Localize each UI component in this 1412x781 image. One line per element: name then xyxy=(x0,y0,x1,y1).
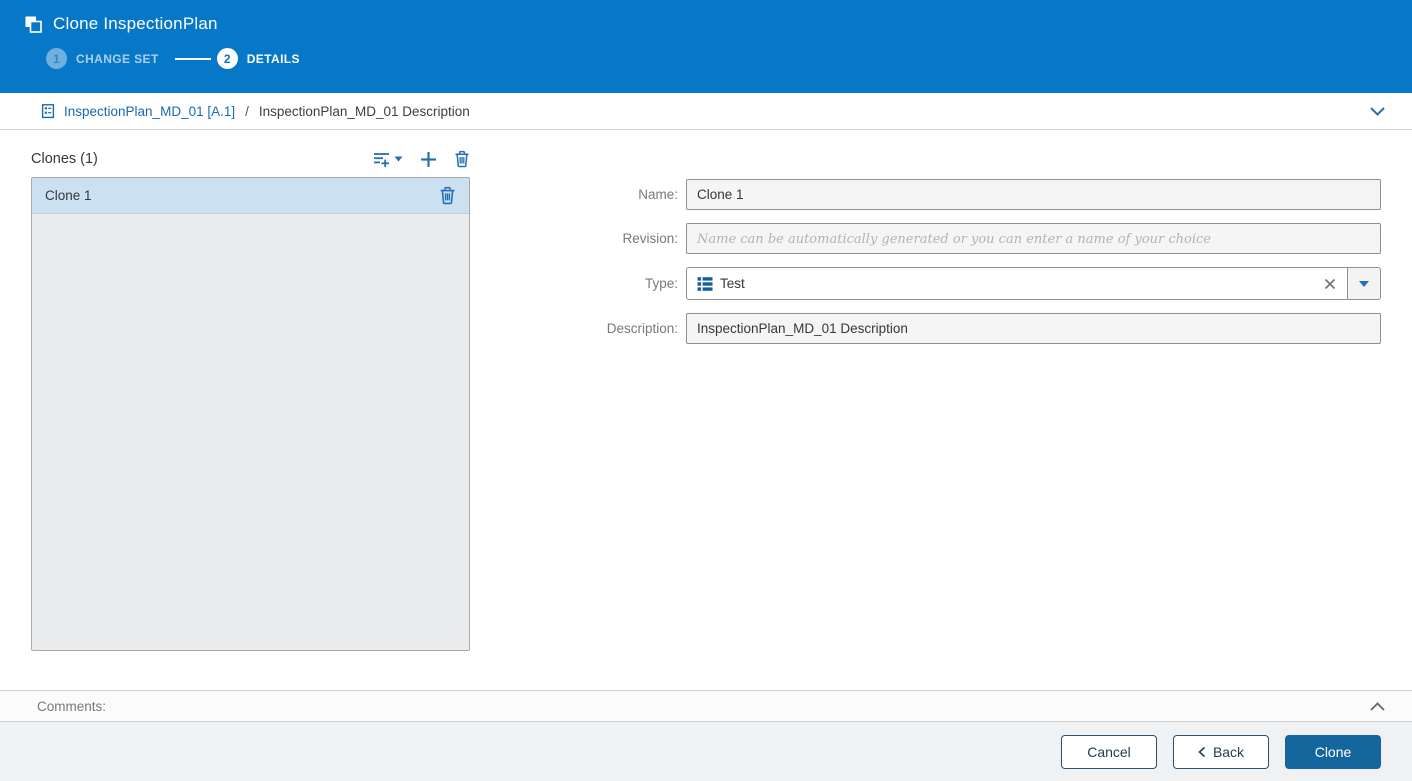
inspection-plan-icon xyxy=(40,103,56,119)
clones-panel: Clones (1) Clone 1 xyxy=(31,147,470,651)
comments-section: Comments: xyxy=(0,690,1412,722)
description-field-row: Description: xyxy=(560,313,1381,344)
clones-panel-title: Clones (1) xyxy=(31,151,98,167)
dialog-footer: Cancel Back Clone xyxy=(0,722,1412,781)
type-field-row: Type: Test xyxy=(560,267,1381,300)
dialog-title: Clone InspectionPlan xyxy=(53,14,218,33)
step-details: 2 DETAILS xyxy=(216,48,300,69)
clone-icon xyxy=(24,15,43,34)
type-selected-value: Test xyxy=(720,276,745,291)
name-field-row: Name: xyxy=(560,179,1381,210)
name-field[interactable] xyxy=(686,179,1381,210)
add-multiple-button[interactable] xyxy=(373,151,403,168)
close-icon[interactable] xyxy=(1313,268,1347,299)
clones-list: Clone 1 xyxy=(31,177,470,651)
step-2-label: DETAILS xyxy=(246,51,300,66)
step-change-set[interactable]: 1 CHANGE SET xyxy=(46,48,159,69)
back-button-label: Back xyxy=(1212,743,1245,760)
type-field[interactable]: Test xyxy=(686,267,1381,300)
clone-inspectionplan-dialog: Clone InspectionPlan 1 CHANGE SET 2 DETA… xyxy=(0,0,1412,781)
description-field[interactable] xyxy=(686,313,1381,344)
breadcrumb-separator: / xyxy=(245,103,249,119)
clones-toolbar xyxy=(373,150,470,168)
add-list-icon xyxy=(373,151,390,168)
add-clone-button[interactable] xyxy=(420,151,437,168)
name-label: Name: xyxy=(638,187,678,202)
wizard-steps: 1 CHANGE SET 2 DETAILS xyxy=(46,48,1412,69)
step-2-circle: 2 xyxy=(216,48,238,69)
chevron-down-icon[interactable] xyxy=(1365,102,1390,121)
trash-icon xyxy=(439,186,456,205)
plus-icon xyxy=(420,151,437,168)
step-connector xyxy=(174,57,211,60)
clone-button[interactable]: Clone xyxy=(1285,734,1381,769)
type-dropdown-button[interactable] xyxy=(1347,268,1380,299)
delete-all-button[interactable] xyxy=(454,150,470,168)
cancel-button[interactable]: Cancel xyxy=(1061,734,1157,769)
title-row: Clone InspectionPlan xyxy=(0,0,1412,34)
type-value: Test xyxy=(687,268,1313,299)
breadcrumb-object-link[interactable]: InspectionPlan_MD_01 [A.1] xyxy=(64,104,235,119)
breadcrumb: InspectionPlan_MD_01 [A.1] / InspectionP… xyxy=(0,93,1412,130)
breadcrumb-current: InspectionPlan_MD_01 Description xyxy=(258,103,470,119)
clone-details-form: Name: Revision: Type: xyxy=(560,179,1381,357)
dialog-header: Clone InspectionPlan 1 CHANGE SET 2 DETA… xyxy=(0,0,1412,93)
trash-icon xyxy=(454,150,470,168)
revision-field[interactable] xyxy=(686,223,1381,254)
delete-clone-button[interactable] xyxy=(439,186,456,205)
comments-label: Comments: xyxy=(37,698,107,714)
revision-field-row: Revision: xyxy=(560,223,1381,254)
chevron-up-icon[interactable] xyxy=(1365,697,1390,716)
clones-panel-header: Clones (1) xyxy=(31,147,470,171)
type-label: Type: xyxy=(644,276,678,291)
description-label: Description: xyxy=(606,321,678,336)
step-1-circle: 1 xyxy=(46,48,67,69)
caret-down-icon xyxy=(1358,280,1370,288)
revision-label: Revision: xyxy=(622,231,678,246)
clone-button-label: Clone xyxy=(1314,743,1352,760)
type-object-icon xyxy=(697,276,713,292)
back-button[interactable]: Back xyxy=(1173,734,1269,769)
list-item-label: Clone 1 xyxy=(45,188,92,203)
caret-down-icon xyxy=(394,156,403,162)
chevron-left-icon xyxy=(1198,746,1206,758)
step-1-label: CHANGE SET xyxy=(76,51,159,66)
cancel-button-label: Cancel xyxy=(1087,743,1131,760)
list-item[interactable]: Clone 1 xyxy=(32,178,469,214)
